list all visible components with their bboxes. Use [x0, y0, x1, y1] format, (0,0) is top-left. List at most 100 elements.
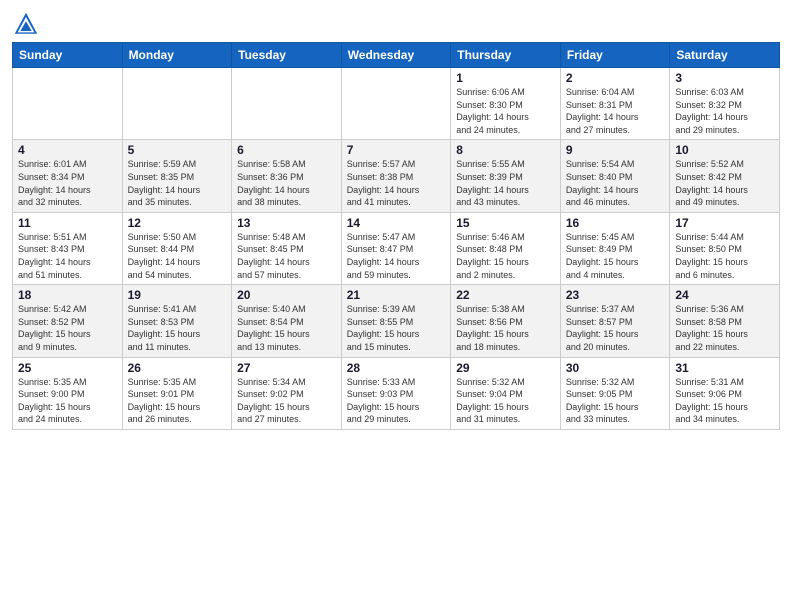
calendar-cell: 31Sunrise: 5:31 AM Sunset: 9:06 PM Dayli…: [670, 357, 780, 429]
calendar-cell: [232, 68, 342, 140]
day-info: Sunrise: 5:41 AM Sunset: 8:53 PM Dayligh…: [128, 303, 227, 353]
day-number: 5: [128, 143, 227, 157]
day-info: Sunrise: 5:32 AM Sunset: 9:05 PM Dayligh…: [566, 376, 665, 426]
day-number: 19: [128, 288, 227, 302]
day-number: 12: [128, 216, 227, 230]
calendar-cell: 4Sunrise: 6:01 AM Sunset: 8:34 PM Daylig…: [13, 140, 123, 212]
calendar-cell: [341, 68, 451, 140]
calendar-cell: 16Sunrise: 5:45 AM Sunset: 8:49 PM Dayli…: [560, 212, 670, 284]
day-number: 27: [237, 361, 336, 375]
calendar-cell: [13, 68, 123, 140]
day-number: 31: [675, 361, 774, 375]
weekday-header-saturday: Saturday: [670, 43, 780, 68]
day-info: Sunrise: 5:44 AM Sunset: 8:50 PM Dayligh…: [675, 231, 774, 281]
day-number: 13: [237, 216, 336, 230]
day-info: Sunrise: 5:58 AM Sunset: 8:36 PM Dayligh…: [237, 158, 336, 208]
calendar-cell: 18Sunrise: 5:42 AM Sunset: 8:52 PM Dayli…: [13, 285, 123, 357]
day-number: 17: [675, 216, 774, 230]
calendar-week-2: 4Sunrise: 6:01 AM Sunset: 8:34 PM Daylig…: [13, 140, 780, 212]
day-number: 10: [675, 143, 774, 157]
calendar-cell: 29Sunrise: 5:32 AM Sunset: 9:04 PM Dayli…: [451, 357, 561, 429]
calendar-week-4: 18Sunrise: 5:42 AM Sunset: 8:52 PM Dayli…: [13, 285, 780, 357]
day-info: Sunrise: 5:54 AM Sunset: 8:40 PM Dayligh…: [566, 158, 665, 208]
day-number: 16: [566, 216, 665, 230]
calendar-cell: 24Sunrise: 5:36 AM Sunset: 8:58 PM Dayli…: [670, 285, 780, 357]
weekday-header-friday: Friday: [560, 43, 670, 68]
day-number: 8: [456, 143, 555, 157]
logo-icon: [12, 10, 40, 38]
calendar-cell: 5Sunrise: 5:59 AM Sunset: 8:35 PM Daylig…: [122, 140, 232, 212]
day-info: Sunrise: 5:51 AM Sunset: 8:43 PM Dayligh…: [18, 231, 117, 281]
calendar-cell: 19Sunrise: 5:41 AM Sunset: 8:53 PM Dayli…: [122, 285, 232, 357]
day-number: 21: [347, 288, 446, 302]
day-number: 29: [456, 361, 555, 375]
day-number: 9: [566, 143, 665, 157]
day-info: Sunrise: 6:01 AM Sunset: 8:34 PM Dayligh…: [18, 158, 117, 208]
calendar-cell: 20Sunrise: 5:40 AM Sunset: 8:54 PM Dayli…: [232, 285, 342, 357]
calendar-cell: 15Sunrise: 5:46 AM Sunset: 8:48 PM Dayli…: [451, 212, 561, 284]
calendar-week-5: 25Sunrise: 5:35 AM Sunset: 9:00 PM Dayli…: [13, 357, 780, 429]
calendar-cell: 17Sunrise: 5:44 AM Sunset: 8:50 PM Dayli…: [670, 212, 780, 284]
day-number: 6: [237, 143, 336, 157]
day-info: Sunrise: 5:36 AM Sunset: 8:58 PM Dayligh…: [675, 303, 774, 353]
calendar-cell: 13Sunrise: 5:48 AM Sunset: 8:45 PM Dayli…: [232, 212, 342, 284]
day-info: Sunrise: 5:38 AM Sunset: 8:56 PM Dayligh…: [456, 303, 555, 353]
logo: [12, 10, 44, 38]
day-info: Sunrise: 5:34 AM Sunset: 9:02 PM Dayligh…: [237, 376, 336, 426]
day-number: 18: [18, 288, 117, 302]
calendar-cell: 9Sunrise: 5:54 AM Sunset: 8:40 PM Daylig…: [560, 140, 670, 212]
calendar-cell: 27Sunrise: 5:34 AM Sunset: 9:02 PM Dayli…: [232, 357, 342, 429]
header: [12, 10, 780, 38]
calendar-week-3: 11Sunrise: 5:51 AM Sunset: 8:43 PM Dayli…: [13, 212, 780, 284]
day-info: Sunrise: 6:04 AM Sunset: 8:31 PM Dayligh…: [566, 86, 665, 136]
day-info: Sunrise: 5:35 AM Sunset: 9:00 PM Dayligh…: [18, 376, 117, 426]
day-info: Sunrise: 5:40 AM Sunset: 8:54 PM Dayligh…: [237, 303, 336, 353]
day-info: Sunrise: 5:37 AM Sunset: 8:57 PM Dayligh…: [566, 303, 665, 353]
weekday-header-monday: Monday: [122, 43, 232, 68]
day-number: 7: [347, 143, 446, 157]
day-info: Sunrise: 6:06 AM Sunset: 8:30 PM Dayligh…: [456, 86, 555, 136]
day-info: Sunrise: 5:42 AM Sunset: 8:52 PM Dayligh…: [18, 303, 117, 353]
calendar-cell: 23Sunrise: 5:37 AM Sunset: 8:57 PM Dayli…: [560, 285, 670, 357]
weekday-header-sunday: Sunday: [13, 43, 123, 68]
day-number: 15: [456, 216, 555, 230]
day-info: Sunrise: 5:31 AM Sunset: 9:06 PM Dayligh…: [675, 376, 774, 426]
day-info: Sunrise: 5:32 AM Sunset: 9:04 PM Dayligh…: [456, 376, 555, 426]
weekday-header-wednesday: Wednesday: [341, 43, 451, 68]
calendar-cell: 10Sunrise: 5:52 AM Sunset: 8:42 PM Dayli…: [670, 140, 780, 212]
day-info: Sunrise: 5:50 AM Sunset: 8:44 PM Dayligh…: [128, 231, 227, 281]
calendar-cell: 26Sunrise: 5:35 AM Sunset: 9:01 PM Dayli…: [122, 357, 232, 429]
calendar-cell: 22Sunrise: 5:38 AM Sunset: 8:56 PM Dayli…: [451, 285, 561, 357]
calendar-cell: 8Sunrise: 5:55 AM Sunset: 8:39 PM Daylig…: [451, 140, 561, 212]
day-number: 24: [675, 288, 774, 302]
day-info: Sunrise: 5:57 AM Sunset: 8:38 PM Dayligh…: [347, 158, 446, 208]
day-number: 2: [566, 71, 665, 85]
weekday-header-row: SundayMondayTuesdayWednesdayThursdayFrid…: [13, 43, 780, 68]
day-info: Sunrise: 5:55 AM Sunset: 8:39 PM Dayligh…: [456, 158, 555, 208]
calendar-cell: 12Sunrise: 5:50 AM Sunset: 8:44 PM Dayli…: [122, 212, 232, 284]
calendar-table: SundayMondayTuesdayWednesdayThursdayFrid…: [12, 42, 780, 430]
calendar-cell: 7Sunrise: 5:57 AM Sunset: 8:38 PM Daylig…: [341, 140, 451, 212]
day-number: 25: [18, 361, 117, 375]
day-number: 1: [456, 71, 555, 85]
day-info: Sunrise: 5:46 AM Sunset: 8:48 PM Dayligh…: [456, 231, 555, 281]
day-number: 20: [237, 288, 336, 302]
day-number: 26: [128, 361, 227, 375]
page-container: SundayMondayTuesdayWednesdayThursdayFrid…: [0, 0, 792, 438]
calendar-cell: 30Sunrise: 5:32 AM Sunset: 9:05 PM Dayli…: [560, 357, 670, 429]
calendar-cell: 2Sunrise: 6:04 AM Sunset: 8:31 PM Daylig…: [560, 68, 670, 140]
calendar-week-1: 1Sunrise: 6:06 AM Sunset: 8:30 PM Daylig…: [13, 68, 780, 140]
day-number: 14: [347, 216, 446, 230]
calendar-cell: 14Sunrise: 5:47 AM Sunset: 8:47 PM Dayli…: [341, 212, 451, 284]
calendar-cell: 6Sunrise: 5:58 AM Sunset: 8:36 PM Daylig…: [232, 140, 342, 212]
weekday-header-thursday: Thursday: [451, 43, 561, 68]
day-info: Sunrise: 5:39 AM Sunset: 8:55 PM Dayligh…: [347, 303, 446, 353]
calendar-cell: 1Sunrise: 6:06 AM Sunset: 8:30 PM Daylig…: [451, 68, 561, 140]
day-info: Sunrise: 6:03 AM Sunset: 8:32 PM Dayligh…: [675, 86, 774, 136]
calendar-cell: 25Sunrise: 5:35 AM Sunset: 9:00 PM Dayli…: [13, 357, 123, 429]
day-info: Sunrise: 5:45 AM Sunset: 8:49 PM Dayligh…: [566, 231, 665, 281]
calendar-cell: 3Sunrise: 6:03 AM Sunset: 8:32 PM Daylig…: [670, 68, 780, 140]
day-number: 4: [18, 143, 117, 157]
day-info: Sunrise: 5:35 AM Sunset: 9:01 PM Dayligh…: [128, 376, 227, 426]
day-number: 3: [675, 71, 774, 85]
